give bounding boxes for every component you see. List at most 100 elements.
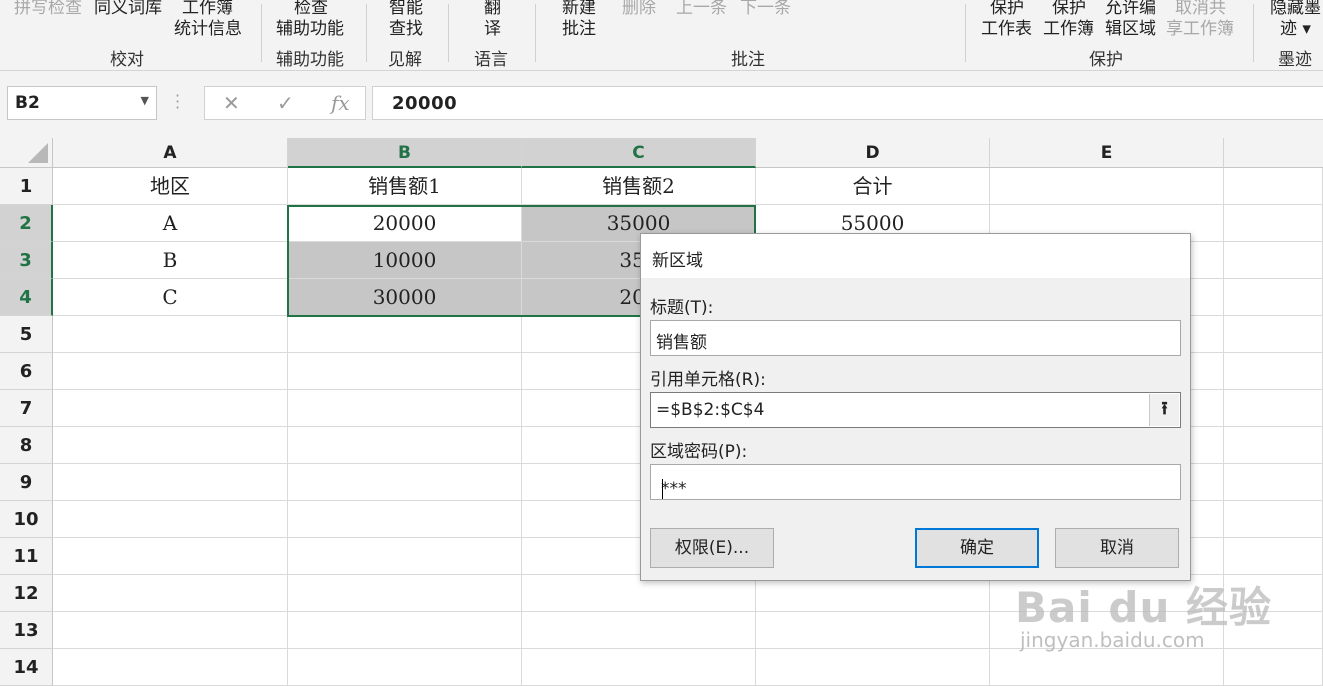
cell-f2[interactable] bbox=[1224, 205, 1323, 242]
chevron-down-icon[interactable]: ▼ bbox=[141, 94, 149, 107]
cell-a9[interactable] bbox=[53, 464, 288, 501]
cell-b3[interactable]: 10000 bbox=[288, 242, 522, 279]
new-comment-label[interactable]: 批注 bbox=[562, 14, 596, 39]
cell-f10[interactable] bbox=[1224, 501, 1323, 538]
cell-b11[interactable] bbox=[288, 538, 522, 575]
cell-a14[interactable] bbox=[53, 649, 288, 686]
cell-a13[interactable] bbox=[53, 612, 288, 649]
thesaurus-button[interactable]: 同义词库 bbox=[94, 0, 162, 18]
dialog-titlebar[interactable]: 新区域 bbox=[641, 234, 1190, 278]
previous-comment-button[interactable]: 上一条 bbox=[676, 0, 727, 18]
cell-b5[interactable] bbox=[288, 316, 522, 353]
row-header-14[interactable]: 14 bbox=[0, 649, 53, 686]
row-header-2[interactable]: 2 bbox=[0, 205, 53, 242]
cell-b2[interactable]: 20000 bbox=[288, 205, 522, 242]
column-header-c[interactable]: C bbox=[522, 138, 756, 168]
cell-b13[interactable] bbox=[288, 612, 522, 649]
range-password-input[interactable]: *** bbox=[650, 464, 1181, 500]
cell-d14[interactable] bbox=[756, 649, 990, 686]
cell-f13[interactable] bbox=[1224, 612, 1323, 649]
cell-a12[interactable] bbox=[53, 575, 288, 612]
select-all-button[interactable] bbox=[0, 138, 53, 168]
row-header-7[interactable]: 7 bbox=[0, 390, 53, 427]
column-header-a[interactable]: A bbox=[53, 138, 288, 168]
grip-icon[interactable]: · · · bbox=[175, 88, 180, 116]
row-header-12[interactable]: 12 bbox=[0, 575, 53, 612]
cell-b9[interactable] bbox=[288, 464, 522, 501]
cell-e1[interactable] bbox=[990, 168, 1224, 205]
row-header-4[interactable]: 4 bbox=[0, 279, 53, 316]
cell-a7[interactable] bbox=[53, 390, 288, 427]
cell-f8[interactable] bbox=[1224, 427, 1323, 464]
cell-a11[interactable] bbox=[53, 538, 288, 575]
row-header-13[interactable]: 13 bbox=[0, 612, 53, 649]
cell-f4[interactable] bbox=[1224, 279, 1323, 316]
cell-f9[interactable] bbox=[1224, 464, 1323, 501]
cell-b10[interactable] bbox=[288, 501, 522, 538]
unshare-workbook-label[interactable]: 享工作簿 bbox=[1166, 14, 1234, 39]
cell-d13[interactable] bbox=[756, 612, 990, 649]
protect-workbook-label[interactable]: 工作簿 bbox=[1043, 14, 1094, 39]
protect-sheet-label[interactable]: 工作表 bbox=[981, 14, 1032, 39]
row-header-8[interactable]: 8 bbox=[0, 427, 53, 464]
cell-a6[interactable] bbox=[53, 353, 288, 390]
translate-label[interactable]: 译 bbox=[484, 14, 501, 39]
check-accessibility-label[interactable]: 辅助功能 bbox=[276, 14, 344, 39]
insert-function-icon[interactable]: fx bbox=[331, 91, 350, 115]
ok-button[interactable]: 确定 bbox=[915, 528, 1039, 568]
next-comment-button[interactable]: 下一条 bbox=[740, 0, 791, 18]
cell-b4[interactable]: 30000 bbox=[288, 279, 522, 316]
cell-a8[interactable] bbox=[53, 427, 288, 464]
column-header-f[interactable] bbox=[1224, 138, 1323, 168]
cell-a4[interactable]: C bbox=[53, 279, 288, 316]
row-header-10[interactable]: 10 bbox=[0, 501, 53, 538]
formula-input[interactable]: 20000 bbox=[372, 86, 1323, 120]
cell-b12[interactable] bbox=[288, 575, 522, 612]
cell-f11[interactable] bbox=[1224, 538, 1323, 575]
row-header-5[interactable]: 5 bbox=[0, 316, 53, 353]
refers-to-input[interactable]: =$B$2:$C$4 ⭱ bbox=[650, 392, 1181, 428]
cell-a10[interactable] bbox=[53, 501, 288, 538]
cell-b1[interactable]: 销售额1 bbox=[288, 168, 522, 205]
row-header-6[interactable]: 6 bbox=[0, 353, 53, 390]
cell-d1[interactable]: 合计 bbox=[756, 168, 990, 205]
column-header-b[interactable]: B bbox=[288, 138, 522, 168]
row-header-1[interactable]: 1 bbox=[0, 168, 53, 205]
cell-b8[interactable] bbox=[288, 427, 522, 464]
cell-c14[interactable] bbox=[522, 649, 756, 686]
cell-c1[interactable]: 销售额2 bbox=[522, 168, 756, 205]
allow-edit-ranges-label[interactable]: 辑区域 bbox=[1105, 14, 1156, 39]
delete-comment-button[interactable]: 删除 bbox=[622, 0, 656, 18]
row-header-3[interactable]: 3 bbox=[0, 242, 53, 279]
cancel-button[interactable]: 取消 bbox=[1055, 528, 1179, 568]
cell-e14[interactable] bbox=[990, 649, 1224, 686]
cell-f14[interactable] bbox=[1224, 649, 1323, 686]
cell-a1[interactable]: 地区 bbox=[53, 168, 288, 205]
column-header-e[interactable]: E bbox=[990, 138, 1224, 168]
title-input[interactable]: 销售额 bbox=[650, 320, 1181, 356]
column-header-d[interactable]: D bbox=[756, 138, 990, 168]
cell-f7[interactable] bbox=[1224, 390, 1323, 427]
collapse-dialog-icon[interactable]: ⭱ bbox=[1149, 394, 1179, 426]
hide-ink-label[interactable]: 迹 ▾ bbox=[1280, 14, 1311, 39]
row-header-11[interactable]: 11 bbox=[0, 538, 53, 575]
cell-b14[interactable] bbox=[288, 649, 522, 686]
cell-f3[interactable] bbox=[1224, 242, 1323, 279]
cell-f5[interactable] bbox=[1224, 316, 1323, 353]
row-header-9[interactable]: 9 bbox=[0, 464, 53, 501]
smart-lookup-label[interactable]: 查找 bbox=[389, 14, 423, 39]
cell-a2[interactable]: A bbox=[53, 205, 288, 242]
cell-f12[interactable] bbox=[1224, 575, 1323, 612]
spelling-button[interactable]: 拼写检查 bbox=[14, 0, 82, 18]
cell-a3[interactable]: B bbox=[53, 242, 288, 279]
workbook-statistics-label[interactable]: 统计信息 bbox=[174, 14, 242, 39]
cell-b6[interactable] bbox=[288, 353, 522, 390]
cell-f1[interactable] bbox=[1224, 168, 1323, 205]
cell-c13[interactable] bbox=[522, 612, 756, 649]
cell-b7[interactable] bbox=[288, 390, 522, 427]
name-box[interactable]: B2 ▼ bbox=[7, 86, 157, 120]
cell-a5[interactable] bbox=[53, 316, 288, 353]
enter-icon[interactable]: ✓ bbox=[277, 91, 294, 115]
permissions-button[interactable]: 权限(E)... bbox=[650, 528, 774, 568]
cell-f6[interactable] bbox=[1224, 353, 1323, 390]
